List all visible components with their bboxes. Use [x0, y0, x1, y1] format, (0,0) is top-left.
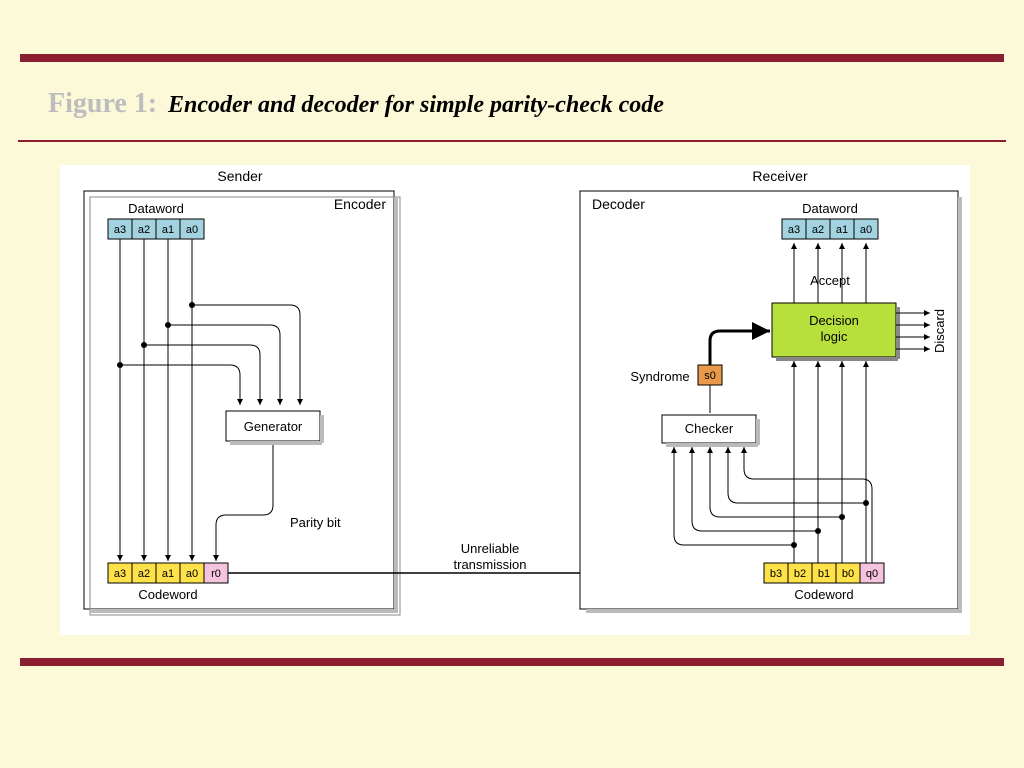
svg-text:b2: b2 — [794, 568, 806, 580]
channel-label-1: Unreliable — [461, 541, 520, 556]
svg-text:a3: a3 — [114, 224, 126, 236]
svg-text:b1: b1 — [818, 568, 830, 580]
svg-text:b0: b0 — [842, 568, 854, 580]
svg-text:a3: a3 — [788, 224, 800, 236]
figure-number: Figure 1: — [48, 88, 157, 120]
svg-text:a0: a0 — [860, 224, 872, 236]
svg-text:a2: a2 — [138, 224, 150, 236]
svg-text:a1: a1 — [162, 224, 174, 236]
decision-logic-2: logic — [821, 329, 848, 344]
sender-dataword-label: Dataword — [128, 201, 184, 216]
receiver-codeword-label: Codeword — [794, 587, 853, 602]
channel-label-2: transmission — [454, 557, 527, 572]
discard-label: Discard — [932, 309, 947, 353]
parity-check-diagram: Sender Encoder Dataword a3 a2 a1 a0 — [60, 165, 970, 635]
top-rule — [20, 54, 1004, 62]
bottom-rule — [20, 658, 1004, 666]
receiver-title: Receiver — [752, 168, 808, 184]
svg-text:q0: q0 — [866, 568, 878, 580]
svg-text:a2: a2 — [138, 568, 150, 580]
svg-text:a0: a0 — [186, 224, 198, 236]
svg-text:r0: r0 — [211, 568, 221, 580]
sender-dataword-bits: a3 a2 a1 a0 — [108, 219, 204, 239]
decision-logic-1: Decision — [809, 313, 859, 328]
checker-box: Checker — [685, 421, 734, 436]
syndrome-bit: s0 — [704, 370, 716, 382]
svg-text:a0: a0 — [186, 568, 198, 580]
slide-page: Figure 1: Encoder and decoder for simple… — [0, 0, 1024, 768]
accept-label: Accept — [810, 273, 850, 288]
title-underline — [18, 140, 1006, 142]
receiver-dataword-label: Dataword — [802, 201, 858, 216]
svg-text:a3: a3 — [114, 568, 126, 580]
sender-codeword-bits: a3 a2 a1 a0 r0 — [108, 563, 228, 583]
figure-caption: Encoder and decoder for simple parity-ch… — [168, 92, 664, 119]
parity-bit-label: Parity bit — [290, 515, 341, 530]
receiver-dataword-bits: a3 a2 a1 a0 — [782, 219, 878, 239]
generator-box: Generator — [244, 419, 303, 434]
svg-text:a1: a1 — [162, 568, 174, 580]
svg-text:a1: a1 — [836, 224, 848, 236]
sender-title: Sender — [217, 168, 262, 184]
decoder-label: Decoder — [592, 196, 645, 212]
sender-codeword-label: Codeword — [138, 587, 197, 602]
receiver-codeword-bits: b3 b2 b1 b0 q0 — [764, 563, 884, 583]
svg-text:a2: a2 — [812, 224, 824, 236]
svg-text:b3: b3 — [770, 568, 782, 580]
encoder-label: Encoder — [334, 196, 386, 212]
syndrome-label: Syndrome — [630, 369, 689, 384]
